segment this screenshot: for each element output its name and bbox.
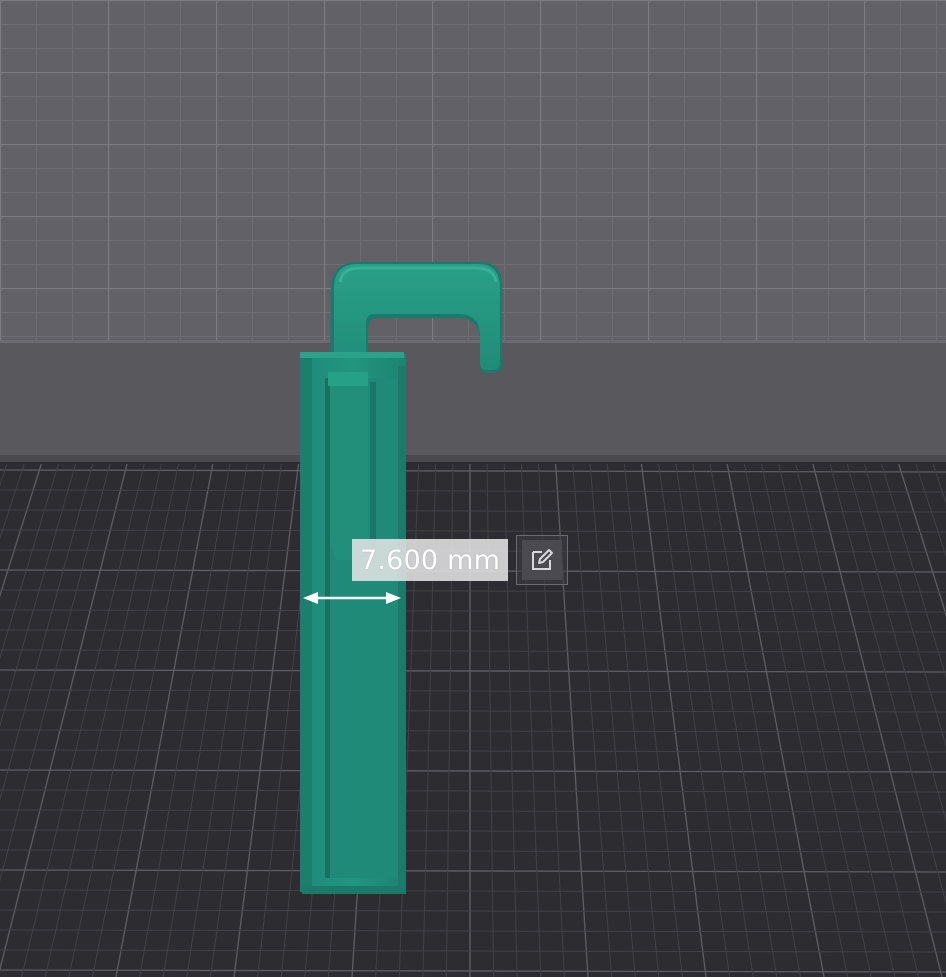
- edit-measurement-button[interactable]: [516, 535, 568, 585]
- 3d-viewport[interactable]: 7.600 mm: [0, 0, 946, 977]
- edit-button-face: [522, 540, 562, 580]
- platform-edge: [0, 340, 946, 463]
- measurement-label: 7.600 mm: [352, 539, 509, 581]
- pencil-edit-icon: [532, 549, 553, 570]
- measurement-value: 7.600 mm: [360, 544, 501, 576]
- scene-canvas[interactable]: [0, 0, 946, 977]
